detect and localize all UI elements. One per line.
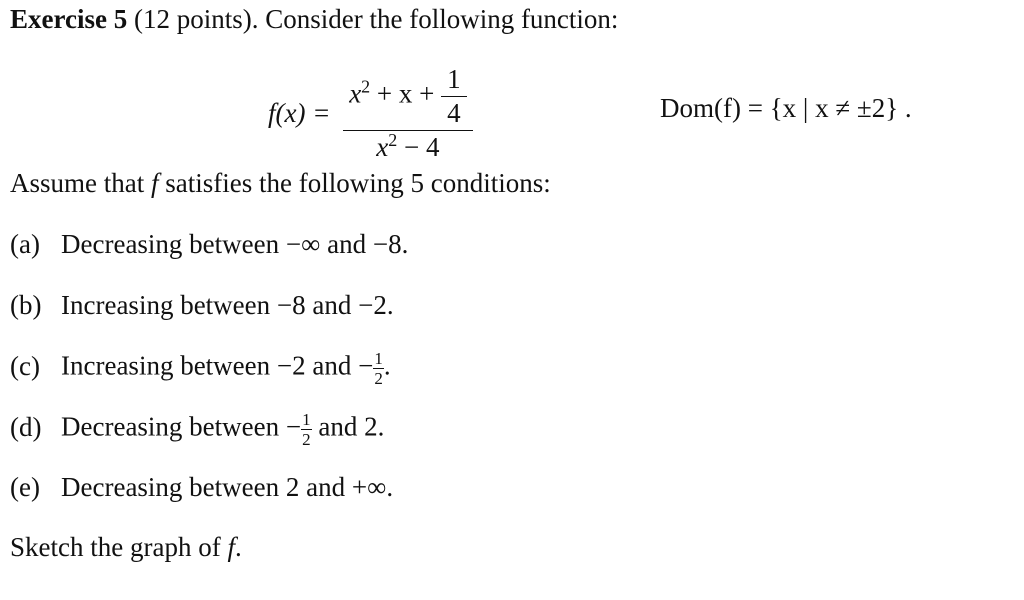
formula-fraction: x2 + x + 14 x2 − 4 xyxy=(343,66,473,162)
exercise-heading: Exercise 5 (12 points). Consider the fol… xyxy=(10,4,618,35)
domain-statement: Dom(f) = {x | x ≠ ±2} . xyxy=(660,93,912,123)
half-fraction: 12 xyxy=(301,410,312,449)
condition-c: (c) Increasing between −2 and −1 2. xyxy=(10,349,391,388)
exercise-points: (12 points). xyxy=(133,4,259,34)
condition-a: (a) Decreasing between −∞ and −8. xyxy=(10,229,409,259)
assumption-text: Assume that f satisfies the following 5 … xyxy=(10,168,551,198)
function-formula: f(x) = x2 + x + 14 x2 − 4 xyxy=(268,66,473,161)
formula-denominator: x2 − 4 xyxy=(376,130,440,162)
formula-lhs: f(x) = xyxy=(268,98,331,128)
quarter-fraction: 14 xyxy=(441,66,467,127)
formula-numerator: x2 + x + 14 xyxy=(343,66,472,130)
condition-e: (e) Decreasing between 2 and +∞. xyxy=(10,472,394,502)
condition-b: (b) Increasing between −8 and −2. xyxy=(10,290,394,320)
half-fraction: 12 xyxy=(373,349,384,388)
closing-instruction: Sketch the graph of f. xyxy=(10,532,242,562)
exercise-number: Exercise 5 xyxy=(10,4,128,34)
condition-d: (d) Decreasing between −1 2 and 2. xyxy=(10,410,385,449)
exercise-intro: Consider the following function: xyxy=(265,4,619,34)
